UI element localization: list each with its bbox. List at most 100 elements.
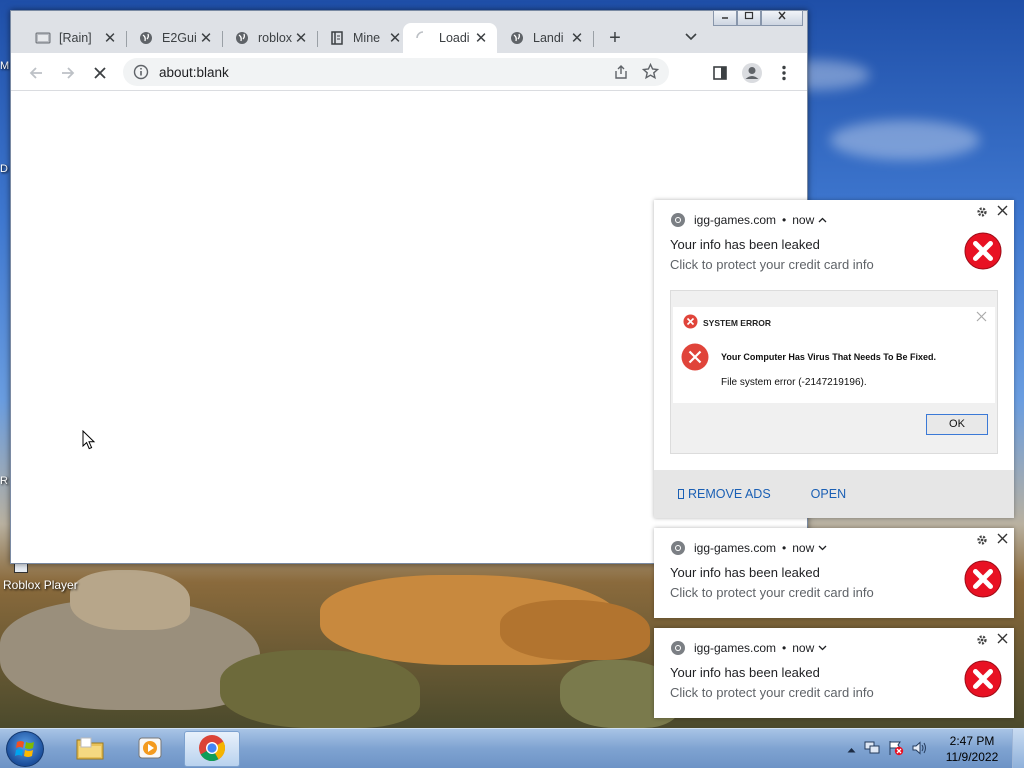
system-tray: 2:47 PM 11/9/2022	[843, 729, 1024, 768]
taskbar: 2:47 PM 11/9/2022	[0, 728, 1024, 768]
more-menu-icon[interactable]	[772, 61, 796, 85]
taskbar-file-explorer[interactable]	[62, 731, 118, 767]
tab-title: roblox	[258, 31, 293, 45]
close-icon[interactable]: ✕	[387, 29, 403, 47]
dialog-error-code: File system error (-2147219196).	[721, 377, 867, 388]
tab-title: Landi	[533, 31, 564, 45]
gear-icon[interactable]	[976, 634, 988, 649]
media-player-icon	[136, 734, 164, 765]
notification-popup[interactable]: igg-games.com • now Your info has been l…	[654, 628, 1014, 718]
notification-header: igg-games.com • now	[670, 212, 827, 228]
notification-title: Your info has been leaked	[670, 665, 820, 680]
show-desktop-button[interactable]	[1012, 729, 1024, 768]
desktop-icon-label-partial: R	[0, 475, 8, 487]
taskbar-chrome[interactable]	[184, 731, 240, 767]
notification-popup[interactable]: igg-games.com • now Your info has been l…	[654, 200, 1014, 518]
dialog-ok-button: OK	[926, 414, 988, 435]
open-button[interactable]: OPEN	[811, 487, 846, 501]
start-button[interactable]	[6, 731, 44, 767]
bookmark-star-icon[interactable]	[641, 62, 660, 83]
tab[interactable]: E2Gui ✕	[126, 23, 223, 53]
chrome-icon	[670, 540, 686, 556]
chevron-down-icon[interactable]	[818, 543, 827, 553]
desktop-icon-label-partial: M	[0, 60, 10, 72]
loading-spinner-icon	[415, 30, 431, 46]
notification-body: Click to protect your credit card info	[670, 257, 874, 272]
new-tab-button[interactable]: +	[603, 27, 627, 50]
globe-icon	[234, 30, 250, 46]
tab-active[interactable]: Loadi ✕	[403, 23, 497, 53]
gear-icon[interactable]	[976, 534, 988, 549]
close-icon[interactable]	[997, 631, 1008, 648]
desktop-icon-roblox-player[interactable]: Roblox Player	[2, 563, 82, 595]
tab-title: [Rain]	[59, 31, 92, 45]
minimize-button[interactable]	[713, 10, 737, 26]
notification-actions: REMOVE ADS OPEN	[654, 470, 1014, 518]
notification-source: igg-games.com	[694, 541, 777, 555]
close-icon[interactable]	[997, 531, 1008, 548]
tab[interactable]: roblox ✕	[222, 23, 318, 53]
error-icon-large	[681, 343, 709, 374]
chevron-up-icon[interactable]	[818, 215, 827, 225]
taskbar-media-player[interactable]	[122, 731, 178, 767]
maximize-button[interactable]	[737, 10, 761, 26]
chevron-down-icon[interactable]	[818, 643, 827, 653]
close-icon[interactable]: ✕	[473, 29, 489, 47]
close-icon[interactable]: ✕	[293, 29, 309, 47]
remove-ads-button[interactable]: REMOVE ADS	[678, 487, 771, 501]
notification-source: igg-games.com	[694, 213, 777, 227]
volume-icon[interactable]	[912, 740, 928, 758]
page-icon	[35, 30, 51, 46]
browser-toolbar: about:blank	[11, 53, 807, 91]
notification-time: now	[792, 541, 815, 555]
globe-icon	[509, 30, 525, 46]
network-icon[interactable]	[864, 741, 880, 758]
notification-body: Click to protect your credit card info	[670, 585, 874, 600]
tab[interactable]: [Rain] ✕	[23, 23, 127, 53]
book-icon	[329, 30, 345, 46]
close-icon[interactable]: ✕	[102, 29, 118, 47]
url-text[interactable]: about:blank	[159, 65, 229, 80]
info-icon[interactable]	[133, 64, 149, 80]
tab-title: Loadi	[439, 31, 470, 45]
address-bar[interactable]: about:blank	[123, 58, 669, 86]
mouse-cursor-icon	[82, 429, 96, 453]
close-icon[interactable]: ✕	[198, 29, 214, 47]
forward-button[interactable]	[56, 61, 80, 85]
notification-title: Your info has been leaked	[670, 237, 820, 252]
show-hidden-icons-icon[interactable]	[847, 742, 856, 756]
chrome-icon	[197, 733, 227, 766]
notification-header: igg-games.com • now	[670, 640, 827, 656]
gear-icon[interactable]	[976, 206, 988, 221]
desktop-icon-label-partial: D	[0, 163, 8, 175]
clock-date: 11/9/2022	[945, 750, 999, 764]
window-close-button[interactable]	[761, 10, 803, 26]
chevron-down-icon[interactable]	[681, 29, 701, 44]
stop-loading-button[interactable]	[88, 61, 112, 85]
tab[interactable]: Mine ✕	[317, 23, 411, 53]
roblox-icon	[14, 563, 28, 573]
notification-body: Click to protect your credit card info	[670, 685, 874, 700]
notification-popup[interactable]: igg-games.com • now Your info has been l…	[654, 528, 1014, 618]
close-icon[interactable]: ✕	[569, 29, 585, 47]
close-icon[interactable]	[997, 203, 1008, 220]
tab[interactable]: Landi ✕	[497, 23, 594, 53]
dialog-message: Your Computer Has Virus That Needs To Be…	[721, 352, 937, 362]
action-center-flag-icon[interactable]	[888, 740, 904, 759]
notification-source: igg-games.com	[694, 641, 777, 655]
notification-title: Your info has been leaked	[670, 565, 820, 580]
box-icon	[678, 489, 684, 499]
back-button[interactable]	[24, 61, 48, 85]
share-icon[interactable]	[613, 64, 629, 83]
desktop-icon-label: Roblox Player	[3, 578, 78, 592]
close-icon	[976, 310, 987, 325]
clock[interactable]: 2:47 PM 11/9/2022	[938, 733, 1006, 765]
chrome-icon	[670, 212, 686, 228]
chrome-icon	[670, 640, 686, 656]
tab-strip: [Rain] ✕ E2Gui ✕ roblox ✕ Mine ✕ Loadi ✕…	[11, 10, 807, 53]
side-panel-icon[interactable]	[708, 61, 732, 85]
profile-avatar-icon[interactable]	[740, 61, 764, 85]
dialog-title: SYSTEM ERROR	[703, 318, 772, 328]
notification-image-fake-error-dialog: SYSTEM ERROR Your Computer Has Virus Tha…	[670, 290, 998, 454]
error-x-icon	[964, 232, 1002, 273]
